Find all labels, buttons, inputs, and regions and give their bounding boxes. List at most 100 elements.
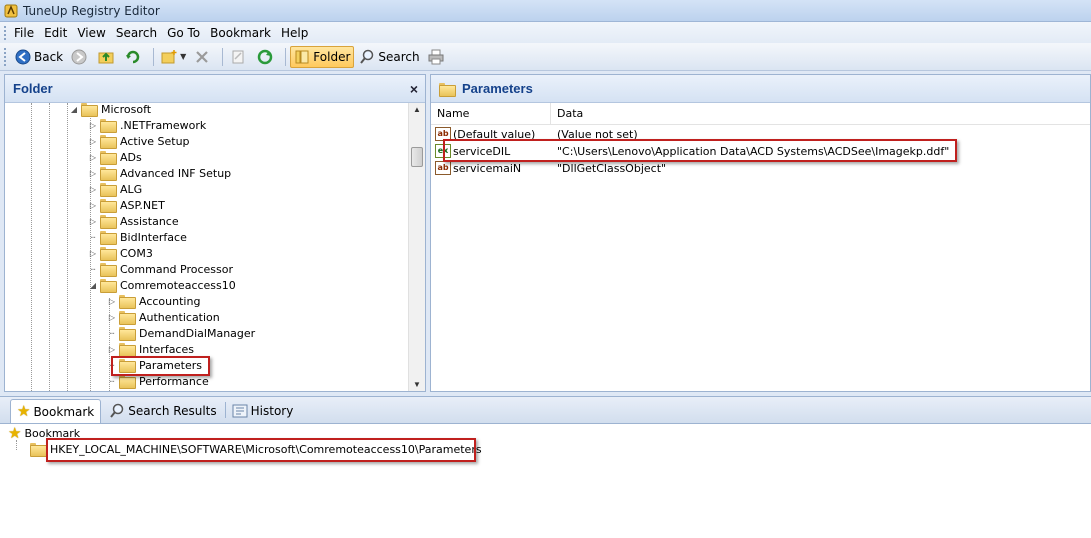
folder-icon [100, 279, 117, 293]
folder-icon [30, 443, 47, 457]
tree-item-label: DemandDialManager [139, 326, 256, 340]
collapsed-arrow-icon[interactable]: ▷ [107, 313, 117, 322]
tree-item[interactable]: ▷ Assistance [88, 213, 179, 229]
folder-icon [81, 103, 98, 117]
values-pane-title: Parameters [462, 81, 533, 96]
tree-item[interactable]: ▷ Advanced INF Setup [88, 165, 231, 181]
forward-button[interactable] [68, 46, 93, 68]
tree-connector: ┄ [90, 232, 96, 242]
folder-tree: ◢ Microsoft ▷ .NETFramework ▷ Active Set… [5, 103, 425, 391]
menu-go-to[interactable]: Go To [167, 26, 200, 40]
tree-item[interactable]: ┄ BidInterface [88, 229, 187, 245]
search-icon [109, 403, 125, 419]
folder-icon [100, 199, 117, 213]
sync-icon [257, 49, 273, 65]
tree-item[interactable]: ▷ ALG [88, 181, 142, 197]
folder-icon [100, 215, 117, 229]
back-arrow-icon [15, 49, 31, 65]
folder-icon [100, 263, 117, 277]
tab-bookmark[interactable]: ★ Bookmark [10, 399, 102, 423]
collapsed-arrow-icon[interactable]: ▷ [88, 249, 98, 258]
tree-item[interactable]: ▷ Accounting [107, 293, 200, 309]
tree-item[interactable]: ▷ ADs [88, 149, 142, 165]
forward-arrow-icon [71, 49, 87, 65]
toolbar: Back ▼ Folder Search [0, 43, 1091, 71]
tree-item[interactable]: ▷ ASP.NET [88, 197, 165, 213]
delete-button[interactable] [191, 46, 216, 68]
tree-guide-line [67, 103, 68, 391]
rename-button[interactable] [227, 46, 252, 68]
folder-icon [100, 183, 117, 197]
menu-view[interactable]: View [77, 26, 105, 40]
tree-item-label: Microsoft [101, 103, 152, 116]
print-button[interactable] [425, 46, 450, 68]
menu-bar: File Edit View Search Go To Bookmark Hel… [0, 22, 1091, 43]
value-row[interactable]: ab servicemaiN "DllGetClassObject" [431, 160, 1081, 176]
folder-toggle-button[interactable]: Folder [290, 45, 355, 68]
tree-item[interactable]: ┄ DemandDialManager [107, 325, 255, 341]
tree-connector: ┄ [90, 264, 96, 274]
column-header-name[interactable]: Name [431, 103, 551, 124]
value-highlight-box [443, 139, 957, 162]
collapsed-arrow-icon[interactable]: ▷ [88, 137, 98, 146]
tree-item[interactable]: ◢ Microsoft [69, 103, 151, 117]
scroll-down-arrow-icon[interactable]: ▼ [413, 380, 421, 389]
collapsed-arrow-icon[interactable]: ▷ [88, 121, 98, 130]
new-key-button[interactable]: ▼ [158, 46, 189, 68]
expanded-arrow-icon[interactable]: ◢ [88, 281, 98, 290]
collapsed-arrow-icon[interactable]: ▷ [88, 217, 98, 226]
back-button[interactable]: Back [12, 46, 66, 68]
bookmark-highlight-box [46, 438, 476, 462]
menu-help[interactable]: Help [281, 26, 308, 40]
tree-item[interactable]: ▷ COM3 [88, 245, 153, 261]
tab-label: History [250, 404, 294, 418]
chevron-down-icon[interactable]: ▼ [180, 52, 186, 61]
tree-item[interactable]: ▷ Authentication [107, 309, 220, 325]
tree-guide-line [31, 103, 32, 391]
collapsed-arrow-icon[interactable]: ▷ [88, 153, 98, 162]
tree-item[interactable]: ▷ Active Setup [88, 133, 190, 149]
folder-icon [100, 135, 117, 149]
menu-file[interactable]: File [14, 26, 34, 40]
tab-history[interactable]: History [226, 399, 300, 423]
tree-connector: ┄ [109, 376, 115, 386]
folder-icon [294, 49, 310, 65]
tree-item[interactable]: ▷ Interfaces [107, 341, 194, 357]
folder-pane-header: Folder × [5, 75, 425, 103]
tree-item-label: Assistance [120, 214, 179, 228]
folder-icon [119, 375, 136, 389]
tab-search-results[interactable]: Search Results [103, 399, 222, 423]
collapsed-arrow-icon[interactable]: ▷ [107, 345, 117, 354]
history-icon [232, 403, 248, 419]
tree-item[interactable]: ◢ Comremoteaccess10 [88, 277, 236, 293]
tree-item-label: Accounting [139, 294, 201, 308]
tree-item-label: ALG [120, 182, 143, 196]
collapsed-arrow-icon[interactable]: ▷ [88, 185, 98, 194]
tree-item[interactable]: ▷ .NETFramework [88, 117, 206, 133]
tree-scrollbar[interactable]: ▲ ▼ [408, 103, 425, 391]
tree-item[interactable]: ┄ Command Processor [88, 261, 233, 277]
expanded-arrow-icon[interactable]: ◢ [69, 105, 79, 114]
title-bar: TuneUp Registry Editor [0, 0, 1091, 22]
menu-edit[interactable]: Edit [44, 26, 67, 40]
sync-button[interactable] [254, 46, 279, 68]
tree-item-label: COM3 [120, 246, 153, 260]
new-folder-icon [161, 49, 177, 65]
collapsed-arrow-icon[interactable]: ▷ [107, 297, 117, 306]
up-folder-button[interactable] [95, 46, 120, 68]
collapsed-arrow-icon[interactable]: ▷ [88, 201, 98, 210]
menu-grip [4, 25, 8, 40]
folder-pane: Folder × ◢ Microsoft ▷ .NETFramework ▷ A… [4, 74, 426, 392]
tree-item-label: Advanced INF Setup [120, 166, 232, 180]
scroll-up-arrow-icon[interactable]: ▲ [413, 105, 421, 114]
menu-search[interactable]: Search [116, 26, 157, 40]
scroll-thumb[interactable] [411, 147, 423, 167]
folder-icon [119, 327, 136, 341]
collapsed-arrow-icon[interactable]: ▷ [88, 169, 98, 178]
star-icon: ★ [17, 402, 31, 420]
search-button[interactable]: Search [356, 46, 422, 68]
refresh-button[interactable] [122, 46, 147, 68]
column-header-data[interactable]: Data [551, 107, 583, 120]
close-icon[interactable]: × [410, 81, 418, 97]
menu-bookmark[interactable]: Bookmark [210, 26, 271, 40]
